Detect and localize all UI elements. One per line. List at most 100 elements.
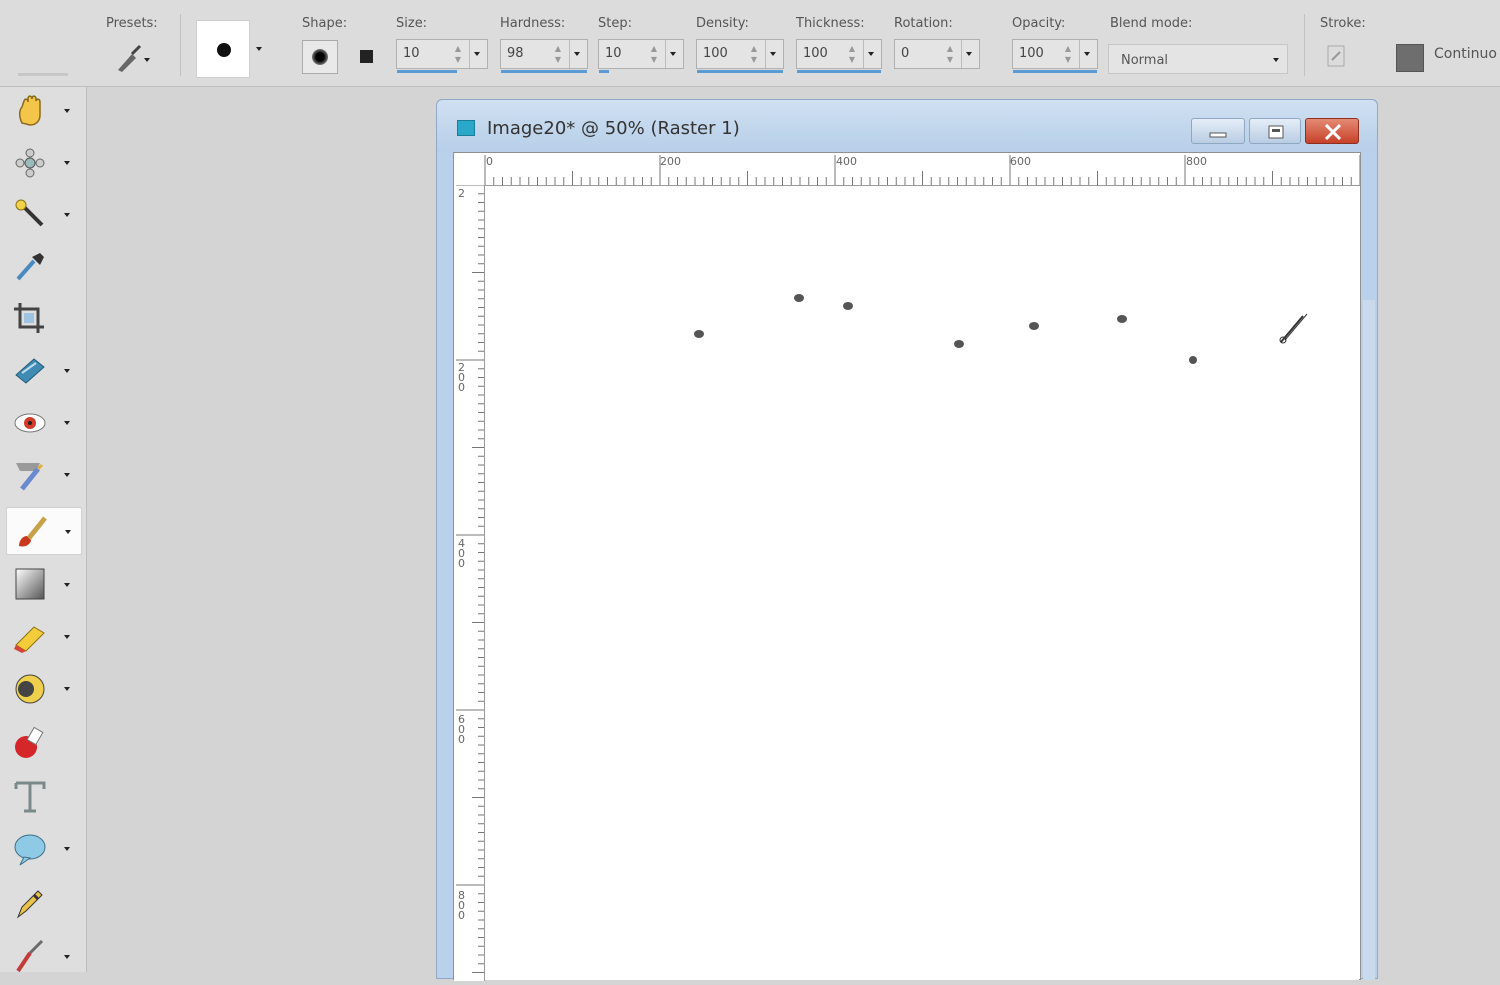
step-stepper-icon[interactable]: ▲ ▼ xyxy=(649,43,659,65)
thickness-dropdown-button[interactable] xyxy=(863,40,880,68)
restore-button[interactable] xyxy=(1249,118,1301,144)
stroke-label: Stroke: xyxy=(1320,16,1366,31)
document-titlebar[interactable]: Image20* @ 50% (Raster 1) xyxy=(437,100,1377,152)
hardness-dropdown-button[interactable] xyxy=(569,40,586,68)
tool-gradient[interactable] xyxy=(6,561,80,607)
rotation-dropdown-button[interactable] xyxy=(961,40,978,68)
step-spinbox[interactable]: 10 ▲ ▼ xyxy=(598,39,684,73)
opacity-stepper-icon[interactable]: ▲ ▼ xyxy=(1063,43,1073,65)
step-label: Step: xyxy=(598,16,632,31)
shape-round-button[interactable] xyxy=(302,40,338,74)
drawing-canvas[interactable] xyxy=(485,186,1359,980)
round-shape-icon xyxy=(312,49,328,65)
magic-wand-icon xyxy=(15,199,44,227)
brush-tip-dropdown-icon[interactable] xyxy=(256,47,262,51)
chevron-down-icon xyxy=(64,109,70,113)
makeover-icon xyxy=(16,463,44,491)
eraser-icon xyxy=(14,626,45,653)
hardness-level-bar xyxy=(501,70,587,73)
smudge-icon xyxy=(15,674,45,704)
vruler-label-600: 6 0 0 xyxy=(458,713,465,746)
stroke-color-swatch[interactable] xyxy=(1396,44,1424,72)
opacity-label: Opacity: xyxy=(1012,16,1066,31)
ruler-label-0: 0 xyxy=(486,155,493,168)
hardness-stepper-icon[interactable]: ▲ ▼ xyxy=(553,43,563,65)
chevron-down-icon xyxy=(1273,58,1279,62)
hardness-spinbox[interactable]: 98 ▲ ▼ xyxy=(500,39,588,73)
ruler-label-200: 200 xyxy=(660,155,681,168)
density-spinbox[interactable]: 100 ▲ ▼ xyxy=(696,39,784,73)
shape-square-button[interactable] xyxy=(356,46,378,66)
density-dropdown-button[interactable] xyxy=(765,40,782,68)
vertical-scrollbar[interactable] xyxy=(1363,300,1375,980)
density-stepper-icon[interactable]: ▲ ▼ xyxy=(749,43,759,65)
tool-crop[interactable] xyxy=(6,295,80,341)
pen-icon xyxy=(16,890,43,919)
minimize-button[interactable] xyxy=(1191,118,1245,144)
brush-tip-dot xyxy=(217,43,231,57)
chevron-down-icon xyxy=(64,635,70,639)
opacity-spinbox[interactable]: 100 ▲ ▼ xyxy=(1012,39,1098,73)
tool-warp-brush[interactable] xyxy=(6,933,80,979)
close-icon xyxy=(1324,123,1342,141)
tool-makeover[interactable] xyxy=(6,451,80,497)
tool-dropper[interactable] xyxy=(6,243,80,289)
hardness-label: Hardness: xyxy=(500,16,566,31)
presets-button[interactable] xyxy=(110,40,154,76)
tool-eraser[interactable] xyxy=(6,613,80,659)
rotation-label: Rotation: xyxy=(894,16,953,31)
step-dropdown-button[interactable] xyxy=(665,40,682,68)
separator xyxy=(1304,14,1305,76)
vruler-label-200: 2 0 0 xyxy=(458,361,465,394)
density-value: 100 xyxy=(703,46,728,61)
tool-selection[interactable] xyxy=(6,191,80,237)
step-level-bar xyxy=(599,70,609,73)
opacity-dropdown-button[interactable] xyxy=(1079,40,1096,68)
chevron-down-icon xyxy=(574,52,580,56)
chevron-down-icon xyxy=(966,52,972,56)
text-icon xyxy=(14,781,46,813)
tool-straighten[interactable] xyxy=(6,347,80,393)
ruler-label-600: 600 xyxy=(1010,155,1031,168)
tool-options-bar: Presets: Shape: Size: 10 ▲ ▼ Hardness: 98… xyxy=(0,0,1500,87)
opacity-level-bar xyxy=(1013,70,1097,73)
thickness-level-bar xyxy=(797,70,881,73)
close-button[interactable] xyxy=(1305,118,1359,144)
chevron-down-icon xyxy=(64,687,70,691)
size-dropdown-button[interactable] xyxy=(469,40,486,68)
tool-paint-brush[interactable] xyxy=(6,507,82,555)
size-spinbox[interactable]: 10 ▲ ▼ xyxy=(396,39,488,73)
chevron-down-icon xyxy=(64,369,70,373)
brush-dab xyxy=(1029,322,1039,330)
tool-move[interactable] xyxy=(6,139,80,185)
dropper-icon xyxy=(16,253,44,281)
thickness-spinbox[interactable]: 100 ▲ ▼ xyxy=(796,39,882,73)
chevron-down-icon xyxy=(64,847,70,851)
chevron-down-icon xyxy=(1084,52,1090,56)
tool-flood-fill[interactable] xyxy=(6,719,80,765)
rotation-stepper-icon[interactable]: ▲ ▼ xyxy=(945,43,955,65)
size-stepper-icon[interactable]: ▲ ▼ xyxy=(453,43,463,65)
density-level-bar xyxy=(697,70,783,73)
palette-grip[interactable] xyxy=(18,73,68,76)
tool-preset-shape[interactable] xyxy=(6,825,80,871)
brush-tip-preview[interactable] xyxy=(196,20,250,78)
rotation-value: 0 xyxy=(901,46,910,61)
brush-dab xyxy=(954,340,964,348)
tool-text[interactable] xyxy=(6,773,80,819)
tool-pan[interactable] xyxy=(6,87,80,133)
warp-brush-icon xyxy=(16,939,44,973)
shape-label: Shape: xyxy=(302,16,348,31)
preset-shape-icon xyxy=(14,834,46,866)
continuous-label[interactable]: Continuo xyxy=(1434,46,1497,62)
tool-smudge[interactable] xyxy=(6,665,80,711)
thickness-label: Thickness: xyxy=(796,16,865,31)
tool-red-eye[interactable] xyxy=(6,399,80,445)
rotation-spinbox[interactable]: 0 ▲ ▼ xyxy=(894,39,980,69)
vruler-label-top: 2 xyxy=(458,187,465,200)
blend-mode-select[interactable]: Normal xyxy=(1108,44,1288,74)
tool-pen[interactable] xyxy=(6,879,80,925)
chevron-down-icon xyxy=(474,52,480,56)
stroke-icon[interactable] xyxy=(1326,44,1348,70)
thickness-stepper-icon[interactable]: ▲ ▼ xyxy=(847,43,857,65)
